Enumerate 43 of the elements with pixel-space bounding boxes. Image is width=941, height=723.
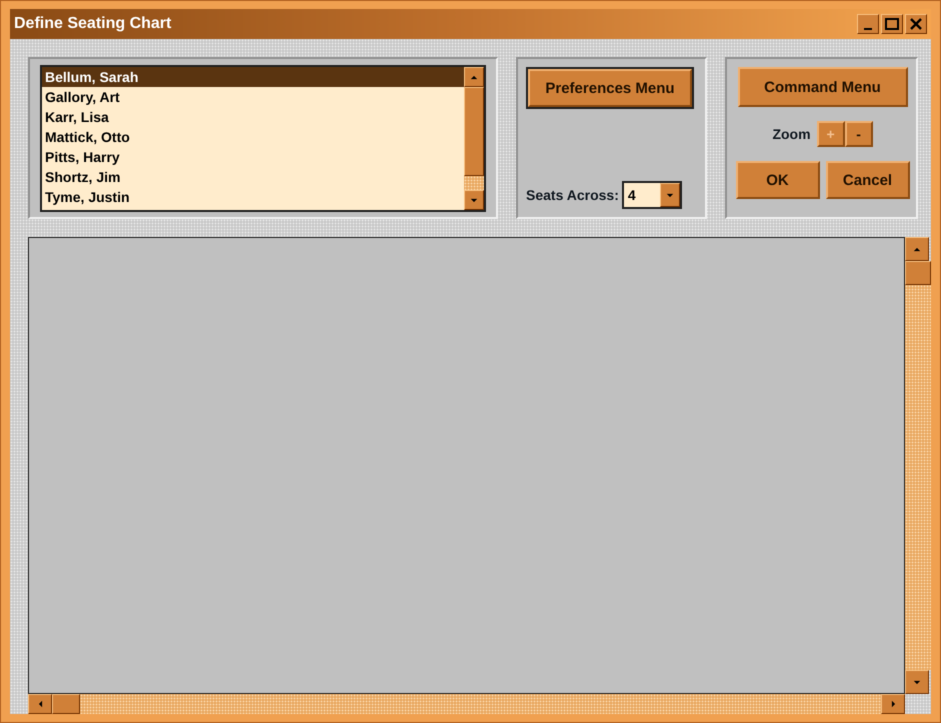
student-item[interactable]: Shortz, Jim bbox=[42, 167, 464, 187]
close-icon bbox=[910, 18, 922, 30]
student-item[interactable]: Bellum, Sarah bbox=[42, 67, 464, 87]
left-arrow-icon bbox=[38, 700, 42, 708]
student-item[interactable]: Mattick, Otto bbox=[42, 127, 464, 147]
scroll-thumb[interactable] bbox=[464, 87, 484, 176]
scroll-up-button[interactable] bbox=[905, 237, 929, 261]
up-arrow-icon bbox=[913, 246, 921, 252]
preferences-menu-button[interactable]: Preferences Menu bbox=[528, 69, 692, 107]
vertical-scrollbar[interactable] bbox=[905, 237, 931, 694]
zoom-out-button[interactable]: - bbox=[844, 121, 873, 147]
up-arrow-icon bbox=[470, 74, 478, 80]
scroll-left-button[interactable] bbox=[28, 694, 52, 714]
student-item[interactable]: Gallory, Art bbox=[42, 87, 464, 107]
scroll-track[interactable] bbox=[464, 176, 484, 190]
minimize-icon bbox=[864, 28, 872, 30]
down-arrow-icon bbox=[470, 198, 478, 202]
scroll-thumb[interactable] bbox=[52, 694, 80, 714]
list-scrollbar[interactable] bbox=[464, 67, 484, 210]
scroll-down-button[interactable] bbox=[905, 670, 929, 694]
dropdown-button[interactable] bbox=[660, 183, 680, 207]
scroll-up-button[interactable] bbox=[464, 67, 484, 87]
close-button[interactable] bbox=[905, 14, 927, 34]
cancel-button[interactable]: Cancel bbox=[826, 161, 910, 199]
window-title: Define Seating Chart bbox=[14, 15, 172, 33]
command-menu-button[interactable]: Command Menu bbox=[738, 67, 908, 107]
right-arrow-icon bbox=[890, 700, 896, 708]
seats-across-label: Seats Across: bbox=[526, 187, 619, 203]
zoom-label: Zoom bbox=[772, 126, 811, 142]
minimize-button[interactable] bbox=[857, 14, 879, 34]
student-item[interactable]: Pitts, Harry bbox=[42, 147, 464, 167]
scroll-down-button[interactable] bbox=[464, 190, 484, 210]
scroll-right-button[interactable] bbox=[881, 694, 905, 714]
student-item[interactable]: Karr, Lisa bbox=[42, 107, 464, 127]
student-item[interactable]: Tyme, Justin bbox=[42, 187, 464, 207]
ok-button[interactable]: OK bbox=[736, 161, 820, 199]
maximize-icon bbox=[885, 18, 899, 30]
maximize-button[interactable] bbox=[881, 14, 903, 34]
down-arrow-icon bbox=[913, 680, 921, 684]
scroll-thumb[interactable] bbox=[905, 261, 931, 285]
seats-across-dropdown[interactable]: 4 bbox=[622, 181, 682, 209]
student-list[interactable]: Bellum, Sarah Gallory, Art Karr, Lisa Mattick, Otto Pitts, Harry Shortz, Jim Tyme, Justin bbox=[40, 65, 486, 212]
caret-icon bbox=[666, 192, 674, 198]
